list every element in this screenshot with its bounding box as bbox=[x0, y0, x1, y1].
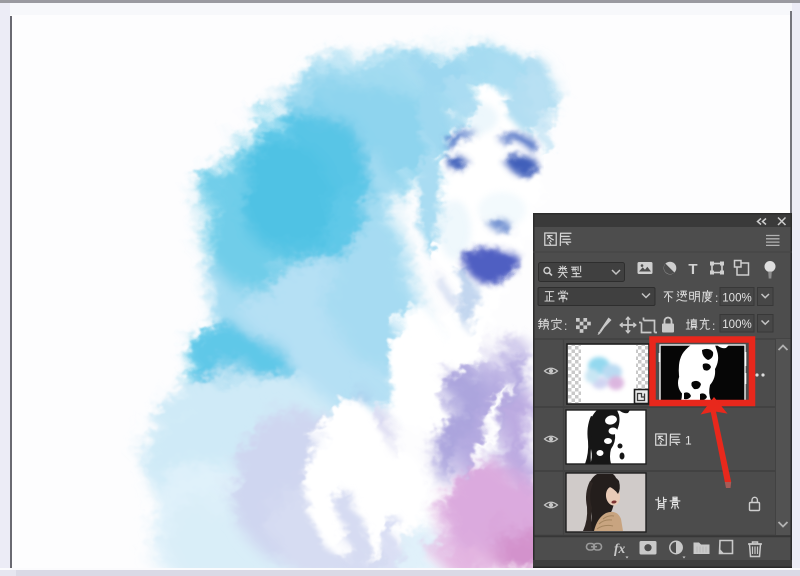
svg-text::: : bbox=[712, 319, 715, 333]
svg-text:1: 1 bbox=[685, 434, 692, 448]
svg-text:fx: fx bbox=[614, 541, 625, 556]
svg-text::: : bbox=[715, 291, 718, 305]
svg-text:100%: 100% bbox=[722, 293, 751, 305]
svg-text:T: T bbox=[688, 261, 697, 278]
svg-text::: : bbox=[564, 319, 567, 333]
svg-text:100%: 100% bbox=[722, 319, 751, 331]
